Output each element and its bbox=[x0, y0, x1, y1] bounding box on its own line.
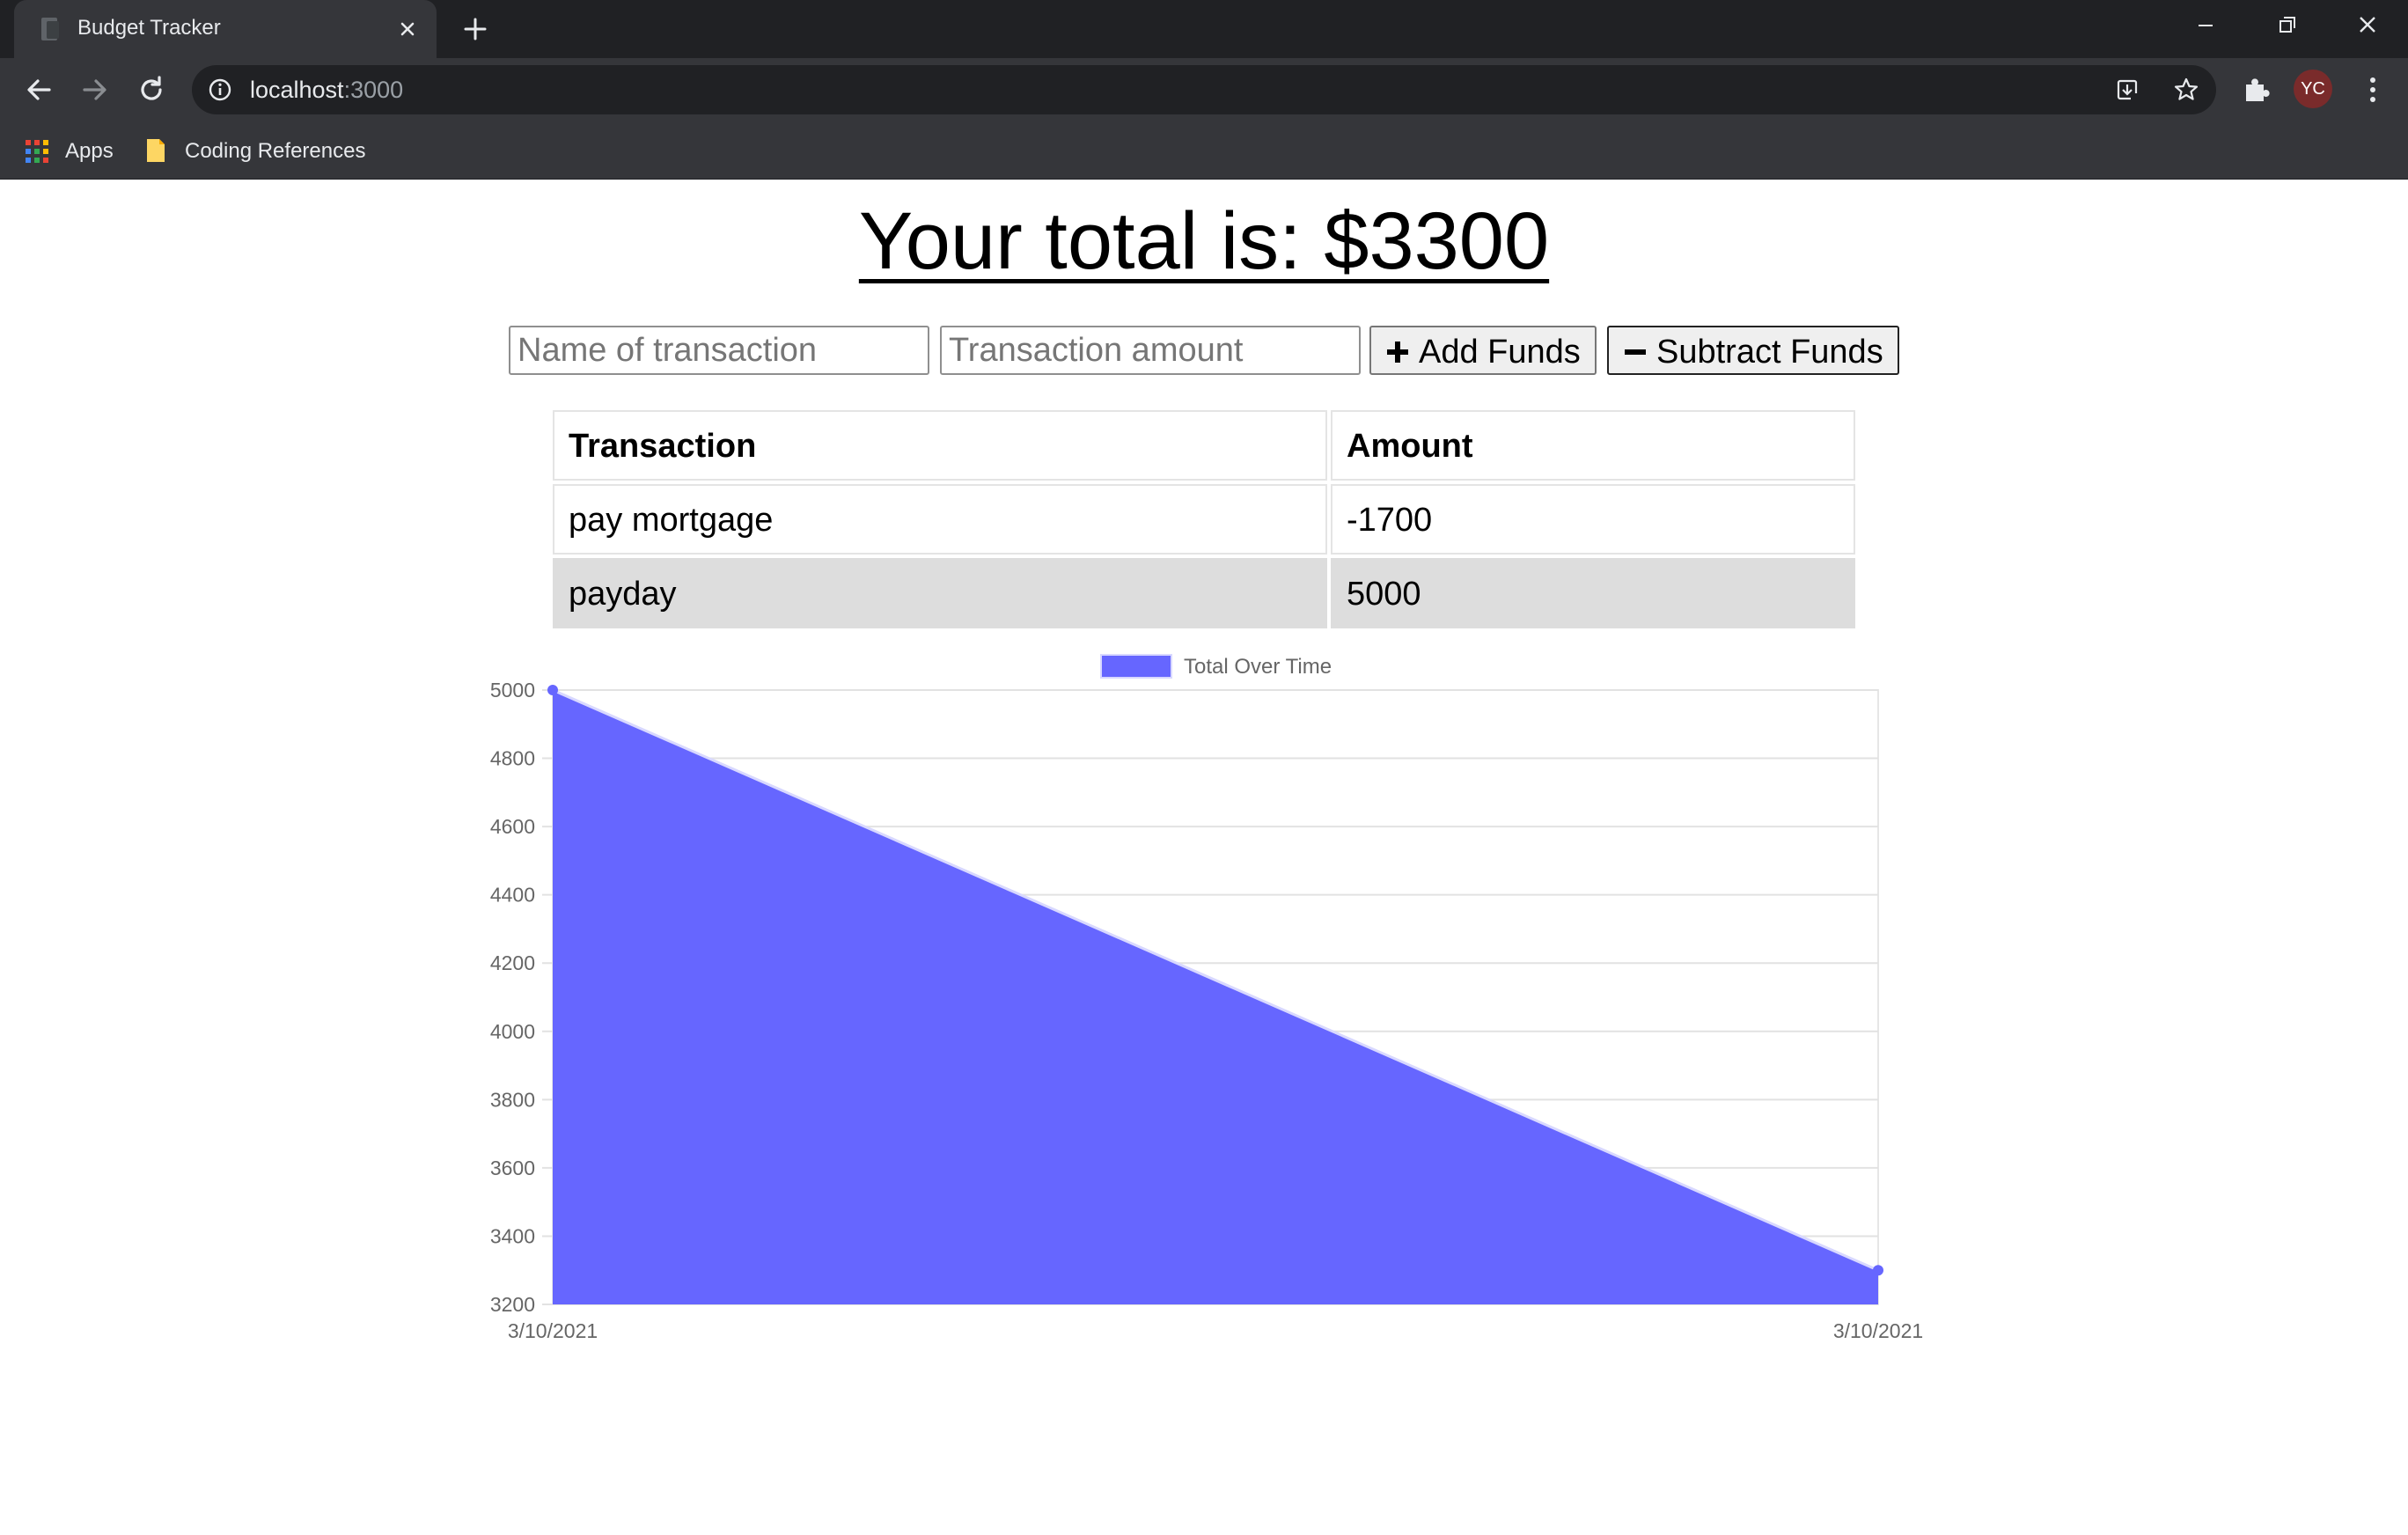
bookmark-apps[interactable]: Apps bbox=[25, 134, 121, 165]
address-bar[interactable]: localhost:3000 bbox=[192, 65, 2216, 114]
url-text: localhost:3000 bbox=[250, 77, 403, 104]
bookmark-label: Apps bbox=[65, 139, 114, 163]
url-host: localhost bbox=[250, 77, 344, 103]
back-arrow-icon[interactable] bbox=[21, 72, 56, 107]
table-header-amount: Amount bbox=[1331, 410, 1855, 481]
legend-swatch bbox=[1100, 654, 1172, 679]
plot-area-border bbox=[552, 689, 1879, 1305]
y-tick-label: 4200 bbox=[490, 951, 535, 974]
extensions-puzzle-icon[interactable] bbox=[2239, 72, 2274, 107]
more-menu-icon[interactable] bbox=[2355, 72, 2390, 107]
table-row-name: pay mortgage bbox=[553, 484, 1327, 555]
url-port: :3000 bbox=[343, 77, 404, 103]
bookmark-label: Coding References bbox=[185, 139, 366, 163]
add-funds-button[interactable]: Add Funds bbox=[1369, 326, 1597, 375]
tab-strip: Budget Tracker bbox=[0, 0, 2408, 58]
y-tick-label: 3600 bbox=[490, 1157, 535, 1179]
series-line bbox=[552, 688, 1879, 1272]
table-header-transaction: Transaction bbox=[553, 410, 1327, 481]
x-tick-label: 3/10/2021 bbox=[1833, 1319, 1923, 1342]
profile-avatar[interactable]: YC bbox=[2294, 70, 2332, 108]
y-tick-label: 4600 bbox=[490, 815, 535, 838]
y-tick-label: 3800 bbox=[490, 1088, 535, 1111]
y-tick-label: 3400 bbox=[490, 1224, 535, 1247]
data-point bbox=[1873, 1265, 1883, 1276]
subtract-funds-button[interactable]: Subtract Funds bbox=[1607, 326, 1899, 375]
y-tick-label: 5000 bbox=[490, 679, 535, 701]
y-tick-label: 4800 bbox=[490, 747, 535, 770]
y-tick-label: 4400 bbox=[490, 884, 535, 907]
y-tick-label: 3200 bbox=[490, 1293, 535, 1316]
close-tab-icon[interactable] bbox=[394, 16, 421, 42]
table-row-name: payday bbox=[553, 558, 1327, 628]
site-favicon-icon bbox=[41, 18, 59, 40]
site-info-icon[interactable] bbox=[208, 77, 232, 102]
chart-canvas: 5000 4800 4600 4400 4200 4000 3800 3600 3400 3200… bbox=[490, 654, 1923, 1342]
total-over-time-chart: 5000 4800 4600 4400 4200 4000 3800 3600 3400 3200… bbox=[0, 180, 2408, 1535]
x-tick-label: 3/10/2021 bbox=[508, 1319, 598, 1342]
browser-chrome: Budget Tracker localhost:3000 YC Apps Co… bbox=[0, 0, 2408, 180]
data-point bbox=[547, 685, 558, 695]
new-tab-icon[interactable] bbox=[458, 14, 493, 44]
reload-icon[interactable] bbox=[134, 72, 169, 107]
transaction-amount-input[interactable] bbox=[940, 326, 1361, 375]
minus-icon bbox=[1625, 349, 1646, 355]
budget-tracker-page: Your total is: $3300 Add Funds Subtract … bbox=[0, 180, 2408, 1535]
folder-icon bbox=[147, 139, 165, 162]
add-funds-label: Add Funds bbox=[1419, 334, 1581, 371]
bookmark-star-icon[interactable] bbox=[2172, 76, 2200, 104]
apps-grid-icon bbox=[26, 140, 48, 163]
browser-toolbar: localhost:3000 YC bbox=[0, 58, 2408, 121]
bookmark-folder-coding-references[interactable]: Coding References bbox=[144, 134, 373, 165]
plus-icon bbox=[1387, 342, 1408, 363]
browser-tab[interactable]: Budget Tracker bbox=[14, 0, 437, 58]
table-row-amount: 5000 bbox=[1331, 558, 1855, 628]
subtract-funds-label: Subtract Funds bbox=[1656, 334, 1883, 371]
restore-icon[interactable] bbox=[2260, 9, 2313, 44]
total-heading: Your total is: $3300 bbox=[858, 196, 1550, 286]
forward-arrow-icon[interactable] bbox=[77, 72, 113, 107]
minimize-icon[interactable] bbox=[2179, 9, 2232, 44]
tab-title: Budget Tracker bbox=[77, 16, 221, 40]
transaction-name-input[interactable] bbox=[509, 326, 929, 375]
close-window-icon[interactable] bbox=[2341, 9, 2394, 44]
bookmarks-bar: Apps Coding References bbox=[0, 121, 2408, 180]
y-tick-label: 4000 bbox=[490, 1020, 535, 1043]
table-row-amount: -1700 bbox=[1331, 484, 1855, 555]
install-app-icon[interactable] bbox=[2114, 76, 2142, 104]
series-area bbox=[553, 690, 1878, 1304]
legend-label: Total Over Time bbox=[1184, 655, 1332, 679]
